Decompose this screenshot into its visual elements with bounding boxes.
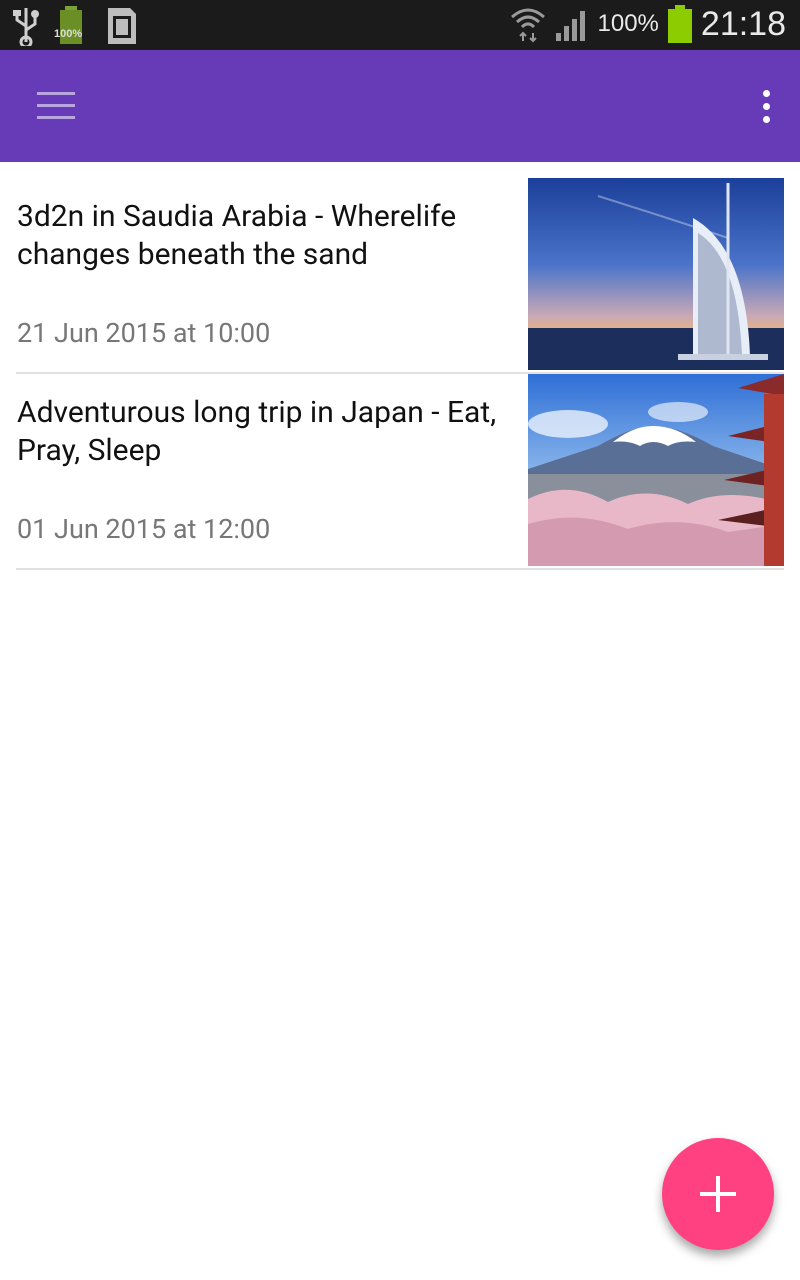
battery-icon [667, 5, 692, 43]
more-vert-icon[interactable] [750, 80, 782, 132]
sd-card-icon [108, 8, 136, 44]
trip-list: 3d2n in Saudia Arabia - Wherelife change… [16, 178, 784, 570]
clock: 21:18 [700, 4, 786, 43]
signal-icon [555, 11, 585, 41]
wifi-icon [510, 8, 545, 43]
usb-icon [13, 8, 39, 46]
status-bar: 100% 100% 21:18 [0, 0, 800, 50]
status-bar-notifications: 100% [12, 6, 138, 46]
trip-title: 3d2n in Saudia Arabia - Wherelife change… [17, 199, 457, 272]
trip-title: Adventurous long trip in Japan - Eat, Pr… [17, 395, 497, 468]
trip-date: 01 Jun 2015 at 12:00 [17, 513, 271, 545]
app-bar [0, 50, 800, 162]
trip-thumbnail[interactable] [528, 374, 784, 566]
hamburger-menu-icon[interactable] [26, 80, 86, 130]
trip-date: 21 Jun 2015 at 10:00 [17, 317, 271, 349]
mount-fuji-cherry-blossom-photo [528, 374, 784, 566]
trip-thumbnail[interactable] [528, 178, 784, 370]
plus-icon [700, 1176, 736, 1212]
battery-notification-label: 100% [54, 28, 83, 40]
battery-full-notification-icon: 100% [54, 6, 88, 46]
add-trip-button[interactable] [662, 1138, 774, 1250]
list-item[interactable]: Adventurous long trip in Japan - Eat, Pr… [16, 374, 784, 570]
list-item[interactable]: 3d2n in Saudia Arabia - Wherelife change… [16, 178, 784, 374]
burj-al-arab-photo [528, 178, 784, 370]
battery-percent: 100% [597, 10, 659, 37]
status-bar-system: 100% 21:18 [510, 4, 786, 44]
